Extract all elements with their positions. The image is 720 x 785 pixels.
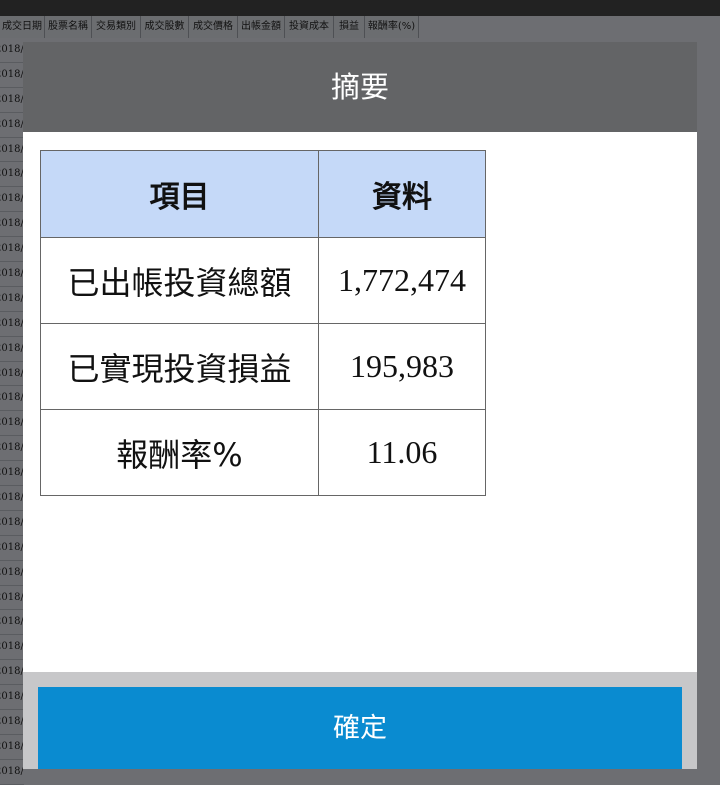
bg-date-cell: 2018/11 (0, 436, 24, 462)
row-value: 1,772,474 (318, 237, 486, 324)
bg-date-cell: 2018/10 (0, 561, 24, 586)
bg-date-cell: 2018/12 (0, 337, 24, 362)
bg-date-cell: 2018/12 (0, 362, 24, 387)
table-row: 報酬率% 11.06 (40, 409, 486, 496)
row-label: 已實現投資損益 (40, 323, 319, 410)
bg-date-cell: 2018/12 (0, 312, 24, 337)
header-data: 資料 (318, 150, 486, 238)
row-value: 195,983 (318, 323, 486, 410)
bg-date-cell: 2018/12 (0, 38, 24, 63)
bg-date-cell: 2018/12 (0, 237, 24, 263)
dialog-title: 摘要 (23, 42, 697, 132)
bg-col-return-rate: 報酬率(%) (365, 16, 419, 38)
bg-date-cell: 2018/11 (0, 461, 24, 487)
bg-date-cell: 2018/12 (0, 162, 24, 188)
dialog-footer: 確定 (23, 672, 697, 769)
row-label: 已出帳投資總額 (40, 237, 319, 324)
bg-date-cell: 2018/12 (0, 262, 24, 287)
bg-date-cell: 2018/12 (0, 113, 24, 138)
bg-date-cell: 2018/10 (0, 586, 24, 611)
top-bar (0, 0, 720, 16)
bg-date-cell: 2018/12 (0, 63, 24, 88)
bg-col-cost: 投資成本 (285, 16, 334, 38)
bg-date-cell: 2018/12 (0, 88, 24, 113)
bg-col-profit: 損益 (334, 16, 365, 38)
row-label: 報酬率% (40, 409, 319, 496)
bg-date-cell: 2018/11 (0, 386, 24, 412)
bg-date-cell: 2018/11 (0, 511, 24, 536)
bg-col-price: 成交價格 (189, 16, 238, 38)
bg-date-cell: 2018/10 (0, 710, 24, 735)
bg-col-trade-type: 交易類別 (92, 16, 141, 38)
bg-date-cell: 2018/12 (0, 187, 24, 213)
bg-date-cell: 2018/11 (0, 411, 24, 437)
table-row: 已實現投資損益 195,983 (40, 323, 486, 410)
bg-date-cell: 2018/12 (0, 287, 24, 312)
bg-date-cell: 2018/10 (0, 635, 24, 661)
bg-col-shares: 成交股數 (141, 16, 189, 38)
table-row: 已出帳投資總額 1,772,474 (40, 237, 486, 324)
bg-date-cell: 2018/10 (0, 760, 24, 785)
bg-col-date: 成交日期 (0, 16, 45, 38)
header-item: 項目 (40, 150, 319, 238)
bg-date-cell: 2018/12 (0, 138, 24, 163)
bg-date-cell: 2018/12 (0, 212, 24, 238)
bg-date-cell: 2018/10 (0, 536, 24, 561)
confirm-button[interactable]: 確定 (38, 687, 682, 769)
bg-date-cell: 2018/10 (0, 735, 24, 760)
background-table-header: 成交日期 股票名稱 交易類別 成交股數 成交價格 出帳金額 投資成本 損益 報酬… (0, 16, 419, 38)
dialog-body: 項目 資料 已出帳投資總額 1,772,474 已實現投資損益 195,983 … (23, 132, 697, 672)
summary-table-header: 項目 資料 (40, 150, 486, 238)
row-value: 11.06 (318, 409, 486, 496)
bg-date-cell: 2018/10 (0, 610, 24, 636)
summary-table: 項目 資料 已出帳投資總額 1,772,474 已實現投資損益 195,983 … (40, 150, 486, 496)
bg-date-cell: 2018/10 (0, 685, 24, 711)
background-right-strip (697, 38, 720, 769)
bg-date-cell: 2018/11 (0, 486, 24, 511)
summary-dialog: 摘要 項目 資料 已出帳投資總額 1,772,474 已實現投資損益 195,9… (23, 42, 697, 769)
bg-col-stock-name: 股票名稱 (45, 16, 92, 38)
bg-date-cell: 2018/10 (0, 660, 24, 686)
background-date-column: 2018/122018/122018/122018/122018/122018/… (0, 38, 24, 785)
bg-col-amount: 出帳金額 (238, 16, 285, 38)
